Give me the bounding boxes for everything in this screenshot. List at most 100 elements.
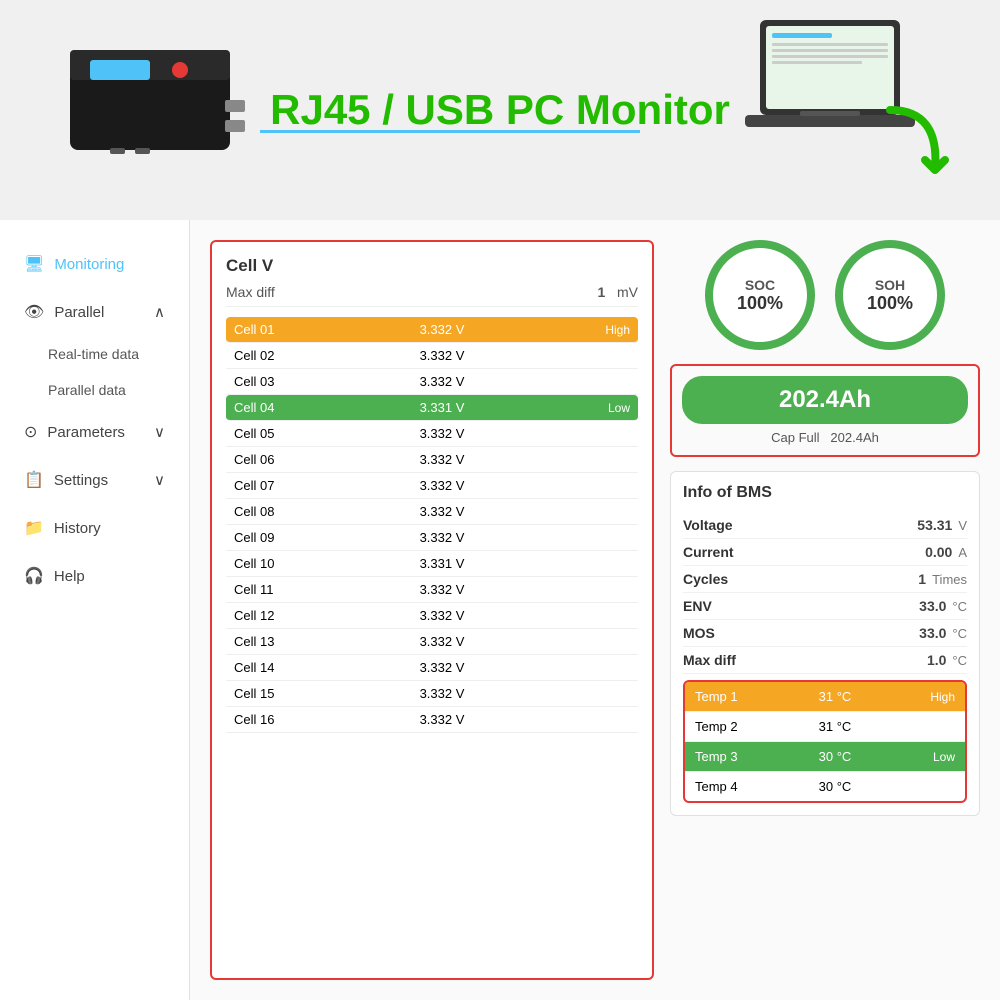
- bms-row-right: 1.0 °C: [927, 652, 967, 668]
- hero-title: RJ45 / USB PC Monitor: [270, 86, 730, 134]
- battery-device-image: [60, 20, 260, 180]
- cell-name: Cell 08: [234, 504, 304, 519]
- cell-row: Cell 02 3.332 V: [226, 343, 638, 369]
- cell-row: Cell 09 3.332 V: [226, 525, 638, 551]
- cell-status: High: [580, 323, 630, 337]
- sidebar-label-settings: Settings: [54, 472, 108, 489]
- cell-name: Cell 12: [234, 608, 304, 623]
- cell-voltage: 3.332 V: [304, 530, 580, 545]
- bms-row-label: Max diff: [683, 652, 736, 668]
- capacity-bar: 202.4Ah: [682, 376, 968, 424]
- cell-voltage: 3.332 V: [304, 478, 580, 493]
- headset-icon: 🎧: [24, 566, 44, 586]
- temp-value: 31 °C: [765, 719, 905, 734]
- settings-icon: 📋: [24, 470, 44, 490]
- bms-row-right: 53.31 V: [917, 517, 967, 533]
- bms-row-unit: Times: [932, 572, 967, 587]
- sidebar-label-help: Help: [54, 568, 85, 585]
- sidebar-item-monitoring[interactable]: 🖥 Monitoring: [0, 240, 189, 288]
- cell-name: Cell 16: [234, 712, 304, 727]
- cell-name: Cell 09: [234, 530, 304, 545]
- cap-full-label: Cap Full: [771, 430, 819, 445]
- right-panel: SOC 100% SOH 100% 202.4Ah Cap Full 202.4…: [670, 240, 980, 980]
- chevron-down-icon: ∨: [154, 423, 165, 441]
- temp-value: 30 °C: [765, 779, 905, 794]
- cell-row: Cell 14 3.332 V: [226, 655, 638, 681]
- temp-value: 30 °C: [765, 749, 905, 764]
- sidebar-item-parallel[interactable]: 👁 Parallel ∧: [0, 288, 189, 336]
- sidebar-item-history[interactable]: 📁 History: [0, 504, 189, 552]
- cell-row: Cell 11 3.332 V: [226, 577, 638, 603]
- bms-panel: Info of BMS Voltage 53.31 V Current 0.00…: [670, 471, 980, 816]
- cell-row: Cell 05 3.332 V: [226, 421, 638, 447]
- bms-row-value: 0.00: [925, 544, 952, 560]
- sidebar-label-monitoring: Monitoring: [54, 256, 124, 273]
- bms-row-value: 1.0: [927, 652, 946, 668]
- chevron-down-icon2: ∨: [154, 471, 165, 489]
- bms-row-unit: °C: [952, 599, 967, 614]
- temp-status: Low: [905, 750, 955, 764]
- sidebar-item-realtime[interactable]: Real-time data: [0, 336, 189, 372]
- cell-voltage: 3.332 V: [304, 452, 580, 467]
- cell-voltage: 3.332 V: [304, 348, 580, 363]
- cell-name: Cell 03: [234, 374, 304, 389]
- bms-row-label: Voltage: [683, 517, 733, 533]
- cell-name: Cell 15: [234, 686, 304, 701]
- sidebar-item-help[interactable]: 🎧 Help: [0, 552, 189, 600]
- bms-row: Max diff 1.0 °C: [683, 647, 967, 674]
- bms-row-right: 33.0 °C: [919, 625, 967, 641]
- chevron-up-icon: ∧: [154, 303, 165, 321]
- soc-soh-row: SOC 100% SOH 100%: [670, 240, 980, 350]
- bms-row-value: 1: [918, 571, 926, 587]
- temp-name: Temp 1: [695, 689, 765, 704]
- cell-row: Cell 06 3.332 V: [226, 447, 638, 473]
- max-diff-label: Max diff: [226, 284, 275, 300]
- cell-voltage: 3.332 V: [304, 374, 580, 389]
- cell-voltage: 3.332 V: [304, 608, 580, 623]
- cell-row: Cell 04 3.331 V Low: [226, 395, 638, 421]
- bms-rows-container: Voltage 53.31 V Current 0.00 A Cycles 1 …: [683, 512, 967, 674]
- sidebar-item-settings[interactable]: 📋 Settings ∨: [0, 456, 189, 504]
- bms-row-unit: °C: [952, 653, 967, 668]
- cell-name: Cell 04: [234, 400, 304, 415]
- cell-voltage: 3.332 V: [304, 634, 580, 649]
- content-area: Cell V Max diff 1 mV Cell 01 3.332 V Hig…: [190, 220, 1000, 1000]
- folder-icon: 📁: [24, 518, 44, 538]
- cell-name: Cell 02: [234, 348, 304, 363]
- temp-value: 31 °C: [765, 689, 905, 704]
- cell-name: Cell 13: [234, 634, 304, 649]
- cell-row: Cell 03 3.332 V: [226, 369, 638, 395]
- cell-row: Cell 07 3.332 V: [226, 473, 638, 499]
- temp-name: Temp 4: [695, 779, 765, 794]
- cell-voltage: 3.332 V: [304, 582, 580, 597]
- sidebar-label-paralleldata: Parallel data: [48, 382, 126, 398]
- cell-row: Cell 01 3.332 V High: [226, 317, 638, 343]
- soc-gauge: SOC 100%: [705, 240, 815, 350]
- cell-voltage: 3.332 V: [304, 322, 580, 337]
- sidebar-label-history: History: [54, 520, 101, 537]
- cell-voltage: 3.331 V: [304, 400, 580, 415]
- cap-full-text: Cap Full 202.4Ah: [682, 430, 968, 445]
- max-diff-row: Max diff 1 mV: [226, 284, 638, 307]
- bms-row-label: Current: [683, 544, 734, 560]
- max-diff-unit: mV: [617, 284, 638, 300]
- bms-row-value: 33.0: [919, 598, 946, 614]
- cell-panel-title: Cell V: [226, 256, 638, 276]
- sidebar-label-parallel: Parallel: [54, 304, 104, 321]
- cell-row: Cell 13 3.332 V: [226, 629, 638, 655]
- cell-name: Cell 14: [234, 660, 304, 675]
- cell-status: Low: [580, 401, 630, 415]
- cell-voltage: 3.332 V: [304, 660, 580, 675]
- bms-row-label: ENV: [683, 598, 712, 614]
- arrow-icon: [880, 100, 950, 209]
- bms-row-unit: A: [958, 545, 967, 560]
- bms-row-label: Cycles: [683, 571, 728, 587]
- cell-name: Cell 11: [234, 582, 304, 597]
- monitor-icon: 🖥: [24, 254, 44, 274]
- sidebar-item-parameters[interactable]: ⊙ Parameters ∨: [0, 408, 189, 456]
- hero-section: RJ45 / USB PC Monitor: [0, 0, 1000, 220]
- sidebar-item-parallel-data[interactable]: Parallel data: [0, 372, 189, 408]
- cell-name: Cell 06: [234, 452, 304, 467]
- temp-status: High: [905, 690, 955, 704]
- sidebar: 🖥 Monitoring 👁 Parallel ∧ Real-time data…: [0, 220, 190, 1000]
